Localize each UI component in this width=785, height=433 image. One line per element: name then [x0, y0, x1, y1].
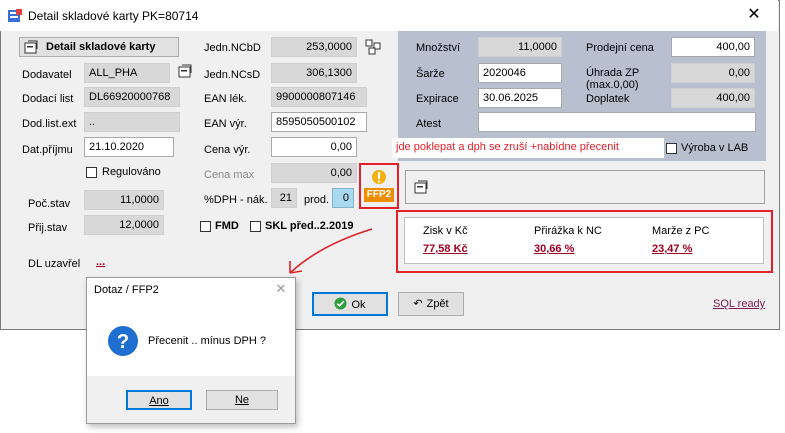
- supplier-detail-icon[interactable]: [177, 63, 193, 79]
- expirace-label: Expirace: [416, 93, 459, 105]
- dph-label: %DPH - nák.: [204, 194, 268, 206]
- dodavatel-label: Dodavatel: [22, 69, 72, 81]
- annotation-note: jde poklepat a dph se zruší +nabídne pře…: [392, 138, 664, 158]
- zisk-label: Zisk v Kč: [423, 225, 468, 237]
- doplatek-field[interactable]: 400,00: [671, 88, 755, 108]
- ffp2-badge[interactable]: FFP2: [364, 188, 394, 202]
- dialog-yes-button[interactable]: Ano: [126, 390, 192, 410]
- cena-max-label: Cena max: [204, 169, 255, 181]
- ok-button-label: Ok: [351, 299, 366, 311]
- dl-uzavrel-label: DL uzavřel: [28, 258, 81, 270]
- mnozstvi-field[interactable]: 11,0000: [478, 37, 562, 57]
- svg-text:?: ?: [117, 331, 129, 353]
- dodavatel-field[interactable]: ALL_PHA: [84, 63, 170, 83]
- fmd-label: FMD: [215, 220, 239, 232]
- dialog-title: Dotaz / FFP2: [94, 284, 159, 296]
- dod-list-ext-field[interactable]: ..: [84, 112, 180, 132]
- zisk-value[interactable]: 77,58 Kč: [423, 243, 468, 255]
- atest-label: Atest: [416, 118, 442, 130]
- cena-vyr-label: Cena výr.: [204, 144, 251, 156]
- detail-card-button-label: Detail skladové karty: [46, 41, 156, 53]
- prirazka-value[interactable]: 30,66 %: [534, 243, 574, 255]
- dodaci-list-field[interactable]: DL66920000768: [84, 87, 180, 107]
- jedn-ncbd-label: Jedn.NCbD: [204, 42, 261, 54]
- ean-vyr-field[interactable]: 8595050500102: [271, 112, 367, 132]
- jedn-ncsd-field[interactable]: 306,1300: [271, 63, 357, 83]
- marze-label: Marže z PC: [652, 225, 710, 237]
- expirace-field[interactable]: 30.06.2025: [478, 88, 562, 108]
- window-title: Detail skladové karty PK=80714: [28, 9, 199, 23]
- dialog-message: Přecenit .. mínus DPH ?: [148, 335, 266, 347]
- prij-stav-label: Přij.stav: [28, 222, 68, 234]
- dodaci-list-label: Dodací list: [22, 93, 74, 105]
- ready-link[interactable]: SQL ready: [713, 298, 765, 310]
- back-arrow-icon: ↶: [413, 298, 423, 310]
- ok-button[interactable]: Ok: [312, 292, 388, 316]
- dod-list-ext-label: Dod.list.ext: [22, 118, 77, 130]
- dat-prijmu-label: Dat.příjmu: [22, 144, 73, 156]
- close-icon[interactable]: ✕: [741, 5, 767, 25]
- sarze-label: Šarže: [416, 68, 445, 80]
- back-button-label: Zpět: [426, 298, 449, 310]
- ean-lek-label: EAN lék.: [204, 93, 247, 105]
- prodejni-cena-field[interactable]: 400,00: [671, 37, 755, 57]
- ok-check-icon: [334, 297, 348, 310]
- uhrada-field[interactable]: 0,00: [671, 63, 755, 83]
- poc-stav-field[interactable]: 11,0000: [84, 190, 164, 210]
- dialog-close-icon[interactable]: ✕: [271, 281, 291, 297]
- card-edit-icon: [24, 40, 38, 54]
- mnozstvi-label: Množství: [416, 42, 461, 54]
- prod-label: prod.: [304, 194, 330, 206]
- jedn-ncbd-field[interactable]: 253,0000: [271, 37, 357, 57]
- dl-uzavrel-link[interactable]: ...: [96, 256, 105, 268]
- detail-card-button[interactable]: Detail skladové karty: [19, 37, 179, 57]
- back-button[interactable]: ↶ Zpět: [398, 292, 464, 316]
- doplatek-label: Doplatek: [586, 93, 630, 105]
- poc-stav-label: Poč.stav: [28, 198, 71, 210]
- cena-max-field[interactable]: 0,00: [271, 163, 357, 183]
- dph-nak-field[interactable]: 21: [271, 188, 297, 208]
- marze-value[interactable]: 23,47 %: [652, 243, 692, 255]
- vyroba-lab-label: Výroba v LAB: [681, 142, 749, 154]
- annotation-arrow: [289, 228, 373, 274]
- question-icon: ?: [108, 326, 138, 356]
- jedn-ncsd-label: Jedn.NCsD: [204, 69, 261, 81]
- warning-icon[interactable]: [371, 169, 387, 185]
- skl-checkbox[interactable]: [250, 221, 261, 232]
- prij-stav-field[interactable]: 12,0000: [84, 215, 164, 235]
- app-icon: [8, 9, 22, 22]
- sarze-field[interactable]: 2020046: [478, 63, 562, 83]
- price-history-icon[interactable]: [365, 39, 381, 55]
- fmd-checkbox[interactable]: [200, 221, 211, 232]
- uhrada-max-label: (max.0,00): [586, 79, 639, 91]
- regulovano-checkbox[interactable]: [86, 167, 97, 178]
- prodejni-cena-label: Prodejní cena: [586, 42, 654, 54]
- prirazka-label: Přirážka k NC: [534, 225, 602, 237]
- dialog-no-button[interactable]: Ne: [206, 390, 278, 410]
- dat-prijmu-field[interactable]: 21.10.2020: [84, 137, 174, 157]
- card-detail-icon[interactable]: [413, 179, 429, 195]
- extra-group: [405, 170, 765, 204]
- uhrada-label: Úhrada ZP: [586, 67, 640, 79]
- atest-field[interactable]: [478, 112, 756, 132]
- cena-vyr-field[interactable]: 0,00: [271, 137, 357, 157]
- ean-lek-field[interactable]: 9900000807146: [271, 87, 367, 107]
- ean-vyr-label: EAN výr.: [204, 118, 247, 130]
- vyroba-lab-checkbox[interactable]: [666, 143, 677, 154]
- dph-prod-field[interactable]: 0: [332, 188, 354, 208]
- regulovano-label: Regulováno: [102, 166, 161, 178]
